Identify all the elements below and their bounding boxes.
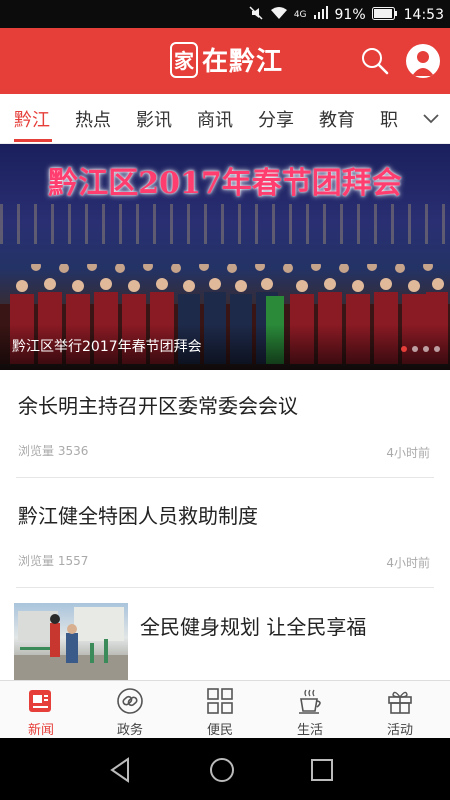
active-tab-indicator [14, 139, 52, 142]
link-icon [117, 688, 143, 714]
battery-percent: 91% [334, 7, 366, 23]
nav-services[interactable]: 便民 [190, 685, 250, 738]
nav-label: 政务 [116, 723, 143, 738]
news-item[interactable]: 黔江健全特困人员救助制度 浏览量 1557 4小时前 [0, 480, 450, 588]
app-header: 家 在黔江 [0, 28, 450, 94]
carousel-dot[interactable] [434, 346, 440, 352]
home-button[interactable] [208, 756, 236, 784]
recents-button[interactable] [308, 756, 336, 784]
news-item[interactable]: 余长明主持召开区委常委会会议 浏览量 3536 4小时前 [0, 370, 450, 478]
publish-time: 4小时前 [386, 446, 430, 460]
banner-carousel[interactable]: 黔江区2017年春节团拜会 黔江区举行2017年春节团拜会 [0, 144, 450, 370]
publish-time: 4小时前 [386, 556, 430, 570]
signal-icon [313, 6, 329, 24]
tab-business[interactable]: 商讯 [197, 106, 233, 132]
battery-icon [371, 6, 398, 24]
system-navigation-bar [0, 738, 450, 800]
view-count: 浏览量 1557 [18, 554, 89, 568]
tab-share[interactable]: 分享 [258, 106, 294, 132]
nav-activities[interactable]: 活动 [370, 685, 430, 738]
divider [16, 477, 434, 478]
search-icon [362, 48, 389, 75]
search-button[interactable] [360, 46, 390, 76]
carousel-dot[interactable] [412, 346, 418, 352]
tab-jobs[interactable]: 职 [380, 106, 398, 132]
tab-education[interactable]: 教育 [319, 106, 355, 132]
news-title: 黔江健全特困人员救助制度 [18, 504, 258, 528]
nav-news[interactable]: 新闻 [11, 685, 71, 738]
chevron-down-icon [423, 114, 439, 124]
recents-icon [311, 759, 333, 781]
news-thumbnail[interactable] [14, 603, 128, 680]
gift-icon [388, 691, 412, 714]
network-label: 4G [293, 10, 307, 20]
news-title[interactable]: 全民健身规划 让全民享福 [140, 611, 366, 640]
divider [16, 587, 434, 588]
news-feed: 余长明主持召开区委常委会会议 浏览量 3536 4小时前 黔江健全特困人员救助制… [0, 370, 450, 680]
wifi-icon [270, 6, 288, 24]
logo-text: 在黔江 [202, 47, 284, 77]
news-title: 余长明主持召开区委常委会会议 [18, 394, 298, 418]
banner-headline: 黔江区2017年春节团拜会 [48, 166, 402, 201]
nav-label: 活动 [386, 723, 413, 738]
view-count: 浏览量 3536 [18, 444, 89, 458]
nav-life[interactable]: 生活 [280, 685, 340, 738]
tab-qianjiang[interactable]: 黔江 [14, 106, 50, 132]
status-bar: 4G 91% 14:53 [0, 0, 450, 28]
category-tabs: 黔江 热点 影讯 商讯 分享 教育 职 [0, 94, 450, 144]
bottom-navigation: 新闻 政务 便民 生活 活动 [0, 680, 450, 738]
banner-lights [0, 204, 450, 244]
carousel-dot[interactable] [401, 346, 407, 352]
user-avatar-button[interactable] [406, 44, 440, 78]
carousel-dot[interactable] [423, 346, 429, 352]
logo-seal: 家 [170, 41, 198, 78]
news-icon [29, 690, 51, 712]
clock: 14:53 [403, 7, 444, 23]
user-icon [412, 51, 434, 76]
coffee-icon [299, 689, 321, 714]
tab-movies[interactable]: 影讯 [136, 106, 172, 132]
back-button[interactable] [106, 756, 134, 784]
home-icon [210, 758, 234, 782]
nav-label: 生活 [296, 723, 323, 738]
carousel-indicator [401, 346, 440, 352]
nav-label: 便民 [206, 723, 233, 738]
back-icon [110, 757, 129, 783]
tab-hot[interactable]: 热点 [75, 106, 111, 132]
app-logo: 家 在黔江 [170, 41, 283, 78]
mute-icon [248, 5, 264, 25]
nav-government[interactable]: 政务 [100, 685, 160, 738]
more-tabs-button[interactable] [412, 94, 450, 143]
banner-caption: 黔江区举行2017年春节团拜会 [12, 339, 202, 355]
nav-label: 新闻 [27, 723, 54, 738]
grid-icon [207, 688, 233, 714]
